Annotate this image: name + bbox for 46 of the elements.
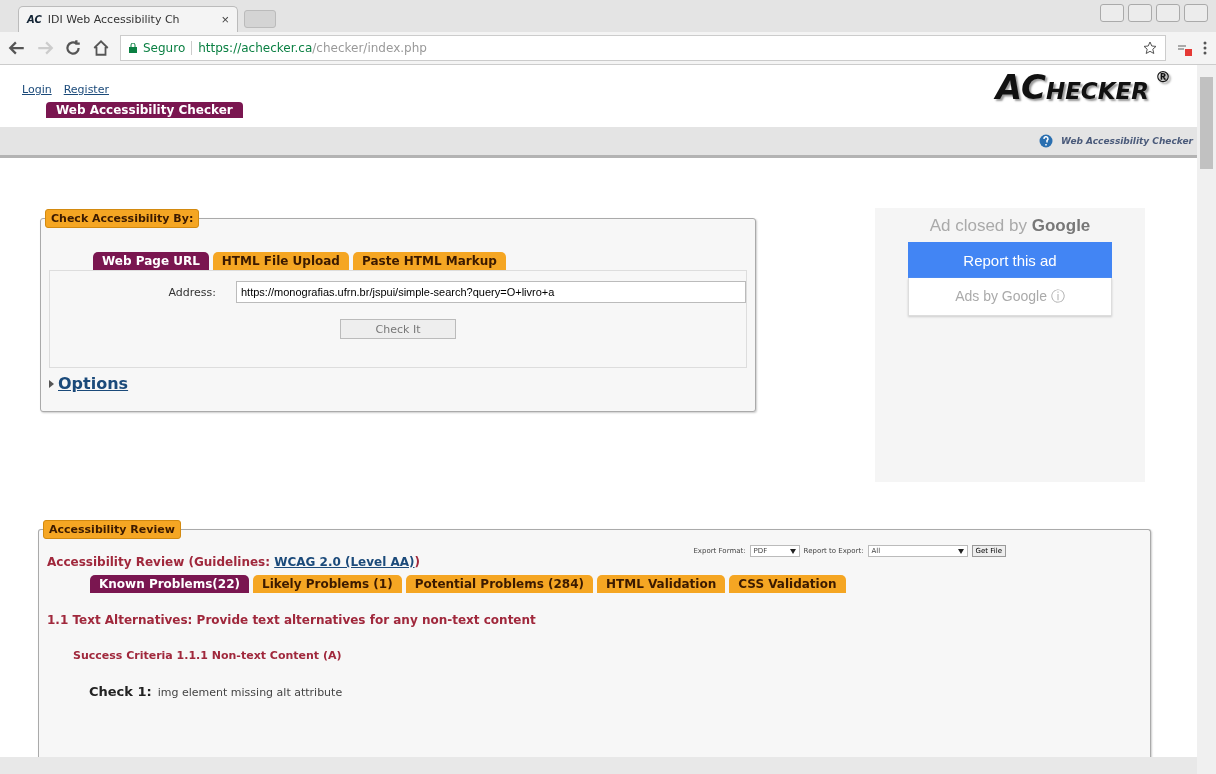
header-link[interactable]: Register	[63, 83, 109, 96]
menu-icon[interactable]	[1202, 40, 1208, 56]
tab[interactable]: Web Page URL	[93, 252, 209, 270]
ad-closed-text: Ad closed by Google	[929, 216, 1091, 236]
review-heading: Accessibility Review (Guidelines: WCAG 2.0 (Level AA))	[47, 555, 422, 569]
home-icon[interactable]	[92, 39, 110, 57]
address-bar[interactable]: Seguro https://achecker.ca/checker/index.php	[120, 35, 1166, 61]
vertical-scrollbar[interactable]	[1197, 65, 1216, 774]
tab[interactable]: Paste HTML Markup	[352, 252, 506, 270]
options-link[interactable]: Options	[58, 374, 129, 393]
tab-favicon: AC	[27, 14, 42, 25]
lock-icon	[129, 43, 137, 53]
back-icon[interactable]	[8, 39, 26, 57]
check-button[interactable]: Check It	[340, 319, 456, 339]
expand-icon[interactable]	[49, 379, 54, 388]
report-ad-button[interactable]: Report this ad	[908, 242, 1112, 278]
guidelines-link[interactable]: WCAG 2.0 (Level AA)	[274, 555, 415, 569]
horizontal-scrollbar[interactable]	[0, 757, 1197, 774]
tab[interactable]: HTML Validation	[597, 575, 726, 593]
site-logo: ACHECKER ®	[995, 67, 1171, 107]
site-banner: Web Accessibility Checker	[46, 102, 243, 118]
browser-tab[interactable]: AC IDI Web Accessibility Ch ×	[18, 6, 238, 32]
panel-legend: Check Accessibility By:	[45, 209, 200, 228]
url-text: https://achecker.ca/checker/index.php	[198, 41, 427, 55]
reload-icon[interactable]	[64, 39, 82, 57]
panel-legend: Accessibility Review	[43, 520, 181, 539]
criteria-heading: Success Criteria 1.1.1 Non-text Content (A)	[73, 649, 343, 662]
tab[interactable]: HTML File Upload	[212, 252, 349, 270]
header-link[interactable]: Login	[22, 83, 52, 96]
tab[interactable]: Potential Problems (284)	[405, 575, 593, 593]
check-label: Check 1:	[89, 684, 152, 699]
tab[interactable]: Known Problems(22)	[90, 575, 249, 593]
help-link[interactable]: Web Accessibility Checker	[1061, 136, 1193, 146]
address-label: Address:	[167, 285, 217, 299]
tab[interactable]: CSS Validation	[729, 575, 846, 593]
caret-icon	[957, 548, 964, 554]
secure-label: Seguro	[143, 41, 186, 55]
help-icon[interactable]	[1039, 134, 1054, 148]
caret-icon	[789, 548, 796, 554]
close-tab-button[interactable]: ×	[221, 12, 229, 27]
address-input[interactable]: https://monografias.ufrn.br/jspui/simple-search?query=O+livro+a	[236, 281, 746, 303]
tab-title: IDI Web Accessibility Ch	[47, 13, 181, 26]
star-icon[interactable]	[1143, 41, 1157, 55]
check-description: img element missing alt attribute	[157, 686, 343, 699]
section-heading: 1.1 Text Alternatives: Provide text alternatives for any non-text content	[47, 613, 537, 627]
tab[interactable]: Likely Problems (1)	[253, 575, 402, 593]
